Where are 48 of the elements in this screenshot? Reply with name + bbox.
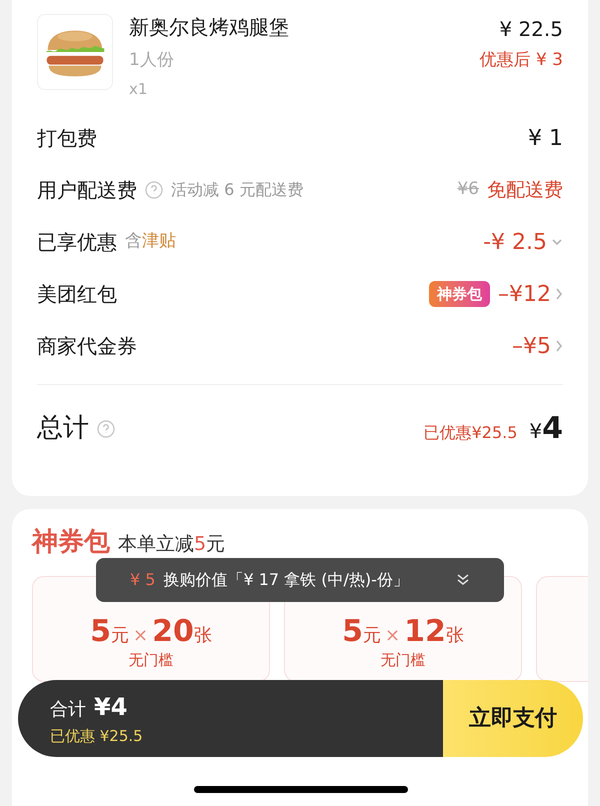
fee-label: 用户配送费 [37,177,137,204]
total-label: 总计 [37,412,89,445]
fee-value[interactable]: –¥12 [498,278,551,310]
times-sign: × [133,627,148,645]
coupon-count: 12 [404,617,446,647]
fee-note-prefix: 含 [125,230,142,254]
coupon-count-unit: 张 [446,627,464,645]
coupon-pack-title: 神券包 [32,526,110,559]
coupon-count-unit: 张 [194,627,212,645]
item-name: 新奥尔良烤鸡腿堡 [129,14,289,40]
coupon-amount: 5 [90,617,112,647]
coupon-condition: 无门槛 [128,651,174,670]
item-price: ¥ 22.5 [499,16,563,43]
total-currency: ¥ [529,418,542,445]
total-saved: 已优惠¥25.5 [424,422,518,444]
help-icon[interactable] [145,181,163,199]
chevron-down-icon [551,238,563,246]
total-amount: 4 [542,410,563,448]
coupon-unit: 元 [363,627,382,645]
fee-value[interactable]: –¥5 [512,330,551,362]
fee-value: 免配送费 [487,178,563,203]
chevron-right-icon [555,287,563,301]
original-fee: ¥6 [457,178,479,202]
coupon-condition: 无门槛 [380,651,426,670]
checkout-amount: ¥4 [94,692,128,724]
item-spec: 1人份 [129,49,175,72]
coupon-pack-subtitle: 本单立减5元 [118,532,226,557]
checkout-label: 合计 [50,698,86,722]
fee-label: 打包费 [37,125,97,152]
coupon-count: 20 [152,617,194,647]
coupon-badge: 神券包 [429,280,490,308]
fee-label: 商家代金券 [37,333,137,360]
double-chevron-down-icon[interactable] [456,573,470,587]
checkout-saved: 已优惠 ¥25.5 [50,726,144,748]
item-quantity: x1 [129,78,148,100]
chevron-right-icon [555,339,563,353]
discounted-price: 优惠后 ¥ 3 [480,49,563,72]
fee-label: 美团红包 [37,281,117,308]
fee-label: 已享优惠 [37,229,117,256]
pay-button[interactable]: 立即支付 [443,680,583,757]
coupon-unit: 元 [111,627,130,645]
fee-value: -¥ 2.5 [483,228,547,256]
fee-note: 活动减 6 元配送费 [171,179,304,201]
help-icon[interactable] [97,420,115,438]
fee-note-highlight: 津贴 [142,230,176,254]
fee-value: ¥ 1 [528,124,563,152]
times-sign: × [385,627,400,645]
coupon-amount: 5 [342,617,364,647]
